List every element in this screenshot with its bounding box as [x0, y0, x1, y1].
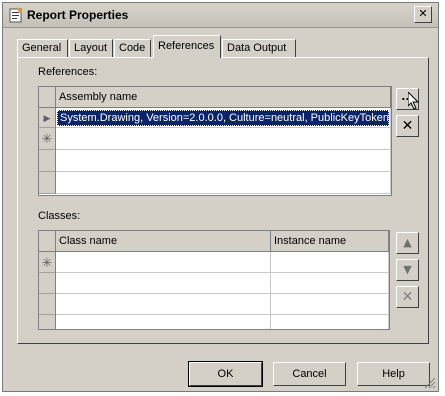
- references-tab-panel: References: Assembly name ▶ System.Drawi…: [17, 57, 429, 344]
- tab-data-output[interactable]: Data Output: [222, 39, 296, 57]
- empty-row-header: [39, 273, 56, 294]
- tab-code[interactable]: Code: [114, 39, 151, 57]
- grid-corner: [39, 87, 56, 108]
- classes-label: Classes:: [38, 210, 81, 222]
- empty-row: [271, 315, 389, 329]
- new-row-indicator[interactable]: ✳: [39, 252, 56, 273]
- remove-class-button[interactable]: ✕: [396, 286, 419, 308]
- tab-references[interactable]: References: [153, 35, 221, 58]
- empty-row: [56, 150, 391, 172]
- report-properties-dialog: Report Properties ✕ General Layout Code …: [2, 2, 439, 392]
- close-button[interactable]: ✕: [414, 6, 432, 23]
- new-row-indicator[interactable]: ✳: [39, 128, 56, 150]
- references-label: References:: [38, 66, 98, 78]
- report-icon: [9, 7, 23, 23]
- ok-button[interactable]: OK: [188, 361, 263, 387]
- empty-row: [271, 273, 389, 294]
- instance-name-cell[interactable]: [271, 252, 389, 273]
- current-row-indicator[interactable]: ▶: [39, 108, 56, 128]
- resize-grip-icon[interactable]: [424, 377, 436, 389]
- references-grid[interactable]: Assembly name ▶ System.Drawing, Version=…: [38, 86, 392, 196]
- tab-general[interactable]: General: [17, 39, 68, 57]
- tab-layout[interactable]: Layout: [69, 39, 113, 57]
- move-up-button[interactable]: ▲: [396, 232, 419, 254]
- mouse-cursor-icon: [408, 92, 420, 110]
- empty-row-header: [39, 294, 56, 315]
- empty-row-header: [39, 315, 56, 329]
- title-bar[interactable]: Report Properties ✕: [3, 3, 438, 28]
- class-name-cell[interactable]: [56, 252, 271, 273]
- assembly-name-header[interactable]: Assembly name: [56, 87, 391, 108]
- empty-row: [271, 294, 389, 315]
- empty-row: [56, 172, 391, 194]
- table-row[interactable]: System.Drawing, Version=2.0.0.0, Culture…: [56, 108, 391, 128]
- class-name-header[interactable]: Class name: [56, 231, 271, 252]
- help-button[interactable]: Help: [357, 362, 430, 386]
- assembly-name-cell[interactable]: System.Drawing, Version=2.0.0.0, Culture…: [57, 110, 389, 126]
- remove-reference-button[interactable]: ✕: [396, 115, 419, 137]
- grid-corner: [39, 231, 56, 252]
- instance-name-header[interactable]: Instance name: [271, 231, 389, 252]
- cancel-button[interactable]: Cancel: [273, 362, 346, 386]
- empty-row: [56, 315, 271, 329]
- new-row-cell[interactable]: [56, 128, 391, 150]
- classes-grid[interactable]: Class name Instance name ✳: [38, 230, 390, 330]
- move-down-button[interactable]: ▼: [396, 259, 419, 281]
- window-title: Report Properties: [27, 8, 129, 22]
- empty-row: [56, 294, 271, 315]
- empty-row: [56, 273, 271, 294]
- empty-row-header: [39, 172, 56, 194]
- empty-row-header: [39, 150, 56, 172]
